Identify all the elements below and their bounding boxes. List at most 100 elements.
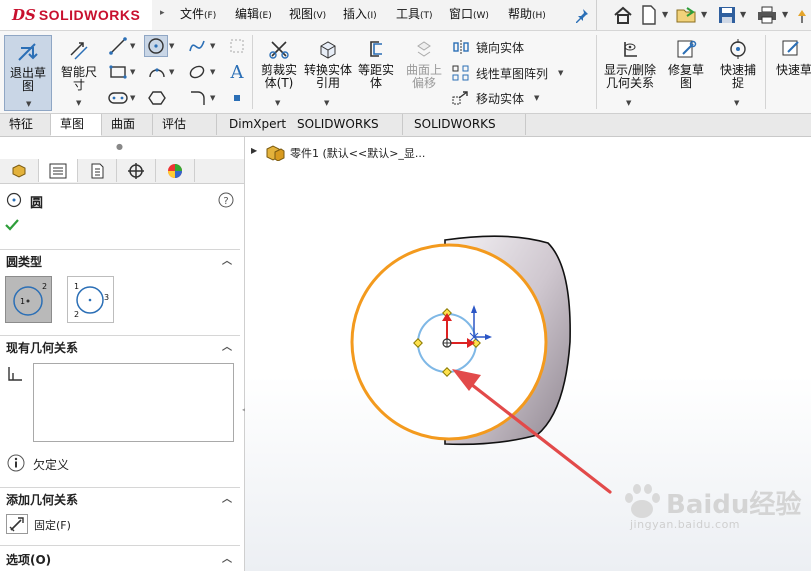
tab-solidworks-mbd[interactable]: SOLIDWORKS MBD xyxy=(405,114,526,152)
tab-surfaces[interactable]: 曲面 xyxy=(102,114,153,135)
quick-snaps-button[interactable]: 快速捕捉 ▼ xyxy=(714,35,762,107)
pin-icon[interactable] xyxy=(571,4,593,26)
ellipse-tool-icon[interactable] xyxy=(186,62,208,82)
menu-item-2[interactable]: 视图(V) xyxy=(289,5,326,22)
tab-features[interactable]: 特征 xyxy=(0,114,51,135)
arc-tool-icon[interactable] xyxy=(146,62,168,82)
collapse-chevron-icon[interactable]: ︿ xyxy=(222,337,232,359)
open-file-dropdown-icon[interactable]: ▼ xyxy=(701,10,707,19)
ellipse-dropdown-icon[interactable]: ▼ xyxy=(210,68,215,76)
tab-evaluate[interactable]: 评估 xyxy=(153,114,217,135)
menu-item-0[interactable]: 文件(F) xyxy=(180,5,216,22)
mirror-entities-button[interactable]: 镜向实体 xyxy=(450,37,524,57)
point-tool-icon[interactable] xyxy=(226,88,248,108)
help-icon[interactable]: ? xyxy=(218,192,234,211)
print-icon[interactable] xyxy=(756,4,778,26)
new-file-dropdown-icon[interactable]: ▼ xyxy=(662,10,668,19)
panel-tabs xyxy=(0,159,244,184)
open-file-icon[interactable] xyxy=(676,4,698,26)
fillet-dropdown-icon[interactable]: ▼ xyxy=(210,94,215,102)
trim-entities-button[interactable]: 剪裁实体(T) ▼ xyxy=(256,35,302,107)
circle-type-header[interactable]: 圆类型 ︿ xyxy=(0,251,240,273)
tab-dimxpert[interactable]: DimXpert xyxy=(220,114,289,135)
perimeter-circle-option[interactable]: 1 3 2 xyxy=(67,276,114,323)
linear-sketch-pattern-button[interactable]: 线性草图阵列 ▼ xyxy=(450,63,563,83)
save-dropdown-icon[interactable]: ▼ xyxy=(740,10,746,19)
slot-tool-icon[interactable] xyxy=(107,88,129,108)
tab-label: 曲面 xyxy=(111,117,136,131)
collapse-chevron-icon[interactable]: ︿ xyxy=(222,549,232,571)
fillet-tool-icon[interactable] xyxy=(186,88,208,108)
collapse-chevron-icon[interactable]: ︿ xyxy=(222,489,232,511)
linear-pattern-dropdown-icon[interactable]: ▼ xyxy=(558,69,563,77)
feature-tree-tab-icon[interactable] xyxy=(0,159,39,182)
add-relations-header[interactable]: 添加几何关系 ︿ xyxy=(0,489,240,511)
move-entities-button[interactable]: 移动实体 ▼ xyxy=(450,88,539,108)
relations-dropdown-icon[interactable]: ▼ xyxy=(626,99,631,107)
relations-icon xyxy=(615,35,645,63)
spline-dropdown-icon[interactable]: ▼ xyxy=(210,42,215,50)
fixed-relation-label[interactable]: 固定(F) xyxy=(34,517,71,533)
menu-item-4[interactable]: 工具(T) xyxy=(396,5,433,22)
display-delete-relations-button[interactable]: 显示/删除几何关系 ▼ xyxy=(600,35,660,107)
move-dropdown-icon[interactable]: ▼ xyxy=(534,94,539,102)
smart-dimension-button[interactable]: 智能尺寸 ▼ xyxy=(55,35,103,111)
center-circle-option[interactable]: 12 xyxy=(5,276,52,323)
tab-solidworks-addins[interactable]: SOLIDWORKS 插件 xyxy=(288,114,403,152)
text-tool-icon[interactable]: A xyxy=(226,62,248,83)
menu-item-3[interactable]: 插入(I) xyxy=(343,5,377,22)
more-tools-icon[interactable] xyxy=(794,4,810,26)
rapid-sketch-button[interactable]: 快速草 xyxy=(768,35,811,77)
arc-dropdown-icon[interactable]: ▼ xyxy=(169,68,174,76)
svg-text:1: 1 xyxy=(20,297,25,306)
new-file-icon[interactable] xyxy=(638,4,660,26)
quick-snaps-dropdown-icon[interactable]: ▼ xyxy=(734,99,739,107)
existing-relations-title: 现有几何关系 xyxy=(6,341,79,355)
line-tool-icon[interactable] xyxy=(107,36,129,56)
tab-sketch[interactable]: 草图 xyxy=(51,114,102,136)
display-manager-tab-icon[interactable] xyxy=(156,159,195,182)
repair-sketch-button[interactable]: 修复草图 xyxy=(664,35,708,90)
line-dropdown-icon[interactable]: ▼ xyxy=(130,42,135,50)
menu-item-1[interactable]: 编辑(E) xyxy=(235,5,272,22)
home-icon[interactable] xyxy=(612,4,634,26)
existing-relations-header[interactable]: 现有几何关系 ︿ xyxy=(0,337,240,359)
spline-tool-icon[interactable] xyxy=(186,36,208,56)
polygon-tool-icon[interactable] xyxy=(146,88,168,108)
convert-entities-button[interactable]: 转换实体引用 ▼ xyxy=(304,35,353,107)
rectangle-dropdown-icon[interactable]: ▼ xyxy=(130,68,135,76)
configuration-manager-tab-icon[interactable] xyxy=(78,159,117,182)
offset-entities-button[interactable]: 等距实体 xyxy=(354,35,398,90)
confirm-checkmark-icon[interactable] xyxy=(4,217,20,236)
collapse-chevron-icon[interactable]: ︿ xyxy=(222,251,232,273)
print-dropdown-icon[interactable]: ▼ xyxy=(782,10,788,19)
save-icon[interactable] xyxy=(716,4,738,26)
menu-item-6[interactable]: 帮助(H) xyxy=(508,5,546,22)
slot-dropdown-icon[interactable]: ▼ xyxy=(130,94,135,102)
offset-label: 等距实体 xyxy=(357,63,394,90)
offset-on-surface-button[interactable]: 曲面上偏移 xyxy=(401,35,447,90)
menu-expand-icon[interactable]: ▸ xyxy=(160,8,165,18)
menu-item-label: 帮助 xyxy=(508,7,533,21)
circle-dropdown-icon[interactable]: ▼ xyxy=(169,42,174,50)
convert-label: 转换实体引用 xyxy=(304,63,353,90)
circle-tool-icon[interactable] xyxy=(144,35,168,57)
dimxpert-manager-tab-icon[interactable] xyxy=(117,159,156,182)
trim-dropdown-icon[interactable]: ▼ xyxy=(275,99,280,107)
menu-item-5[interactable]: 窗口(W) xyxy=(449,5,489,22)
panel-grip-icon[interactable]: ● xyxy=(116,142,123,151)
options-header[interactable]: 选项(O) ︿ xyxy=(0,549,240,571)
property-manager-tab-icon[interactable] xyxy=(39,159,78,182)
exit-sketch-dropdown-icon[interactable]: ▼ xyxy=(26,100,31,108)
convert-dropdown-icon[interactable]: ▼ xyxy=(324,99,329,107)
fixed-relation-icon[interactable] xyxy=(6,514,28,534)
move-label: 移动实体 xyxy=(476,91,525,106)
smart-dimension-dropdown-icon[interactable]: ▼ xyxy=(76,99,81,107)
convert-entities-icon xyxy=(313,35,343,63)
rapid-sketch-label: 快速草 xyxy=(775,63,811,77)
existing-relations-list[interactable] xyxy=(33,363,234,442)
exit-sketch-button[interactable]: 退出草图 ▼ xyxy=(4,35,52,111)
rectangle-tool-icon[interactable] xyxy=(107,62,129,82)
definition-status: 欠定义 xyxy=(33,458,70,472)
plane-tool-icon[interactable] xyxy=(226,36,248,56)
